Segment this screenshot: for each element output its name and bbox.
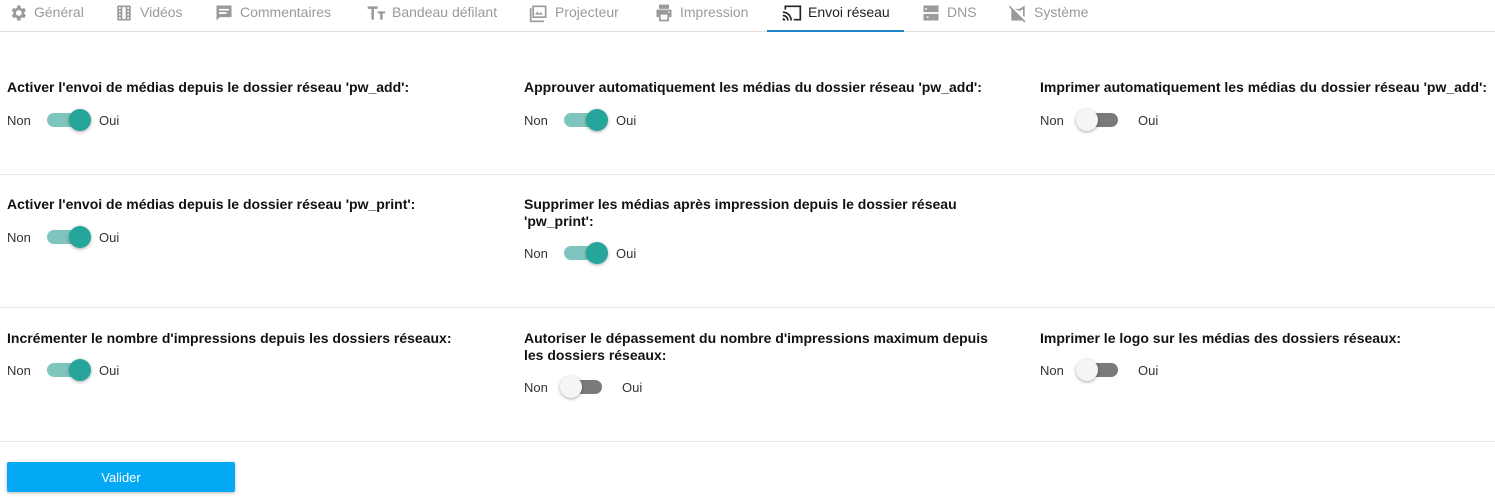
tab-impression[interactable]: Impression [654, 0, 748, 32]
switch-off-label: Non [1040, 362, 1064, 378]
setting-print-pw-add: Imprimer automatiquement les médias du d… [1040, 79, 1492, 131]
switch-on-label: Oui [1138, 112, 1159, 128]
setting-title: Incrémenter le nombre d'impressions depu… [7, 330, 452, 346]
tab-systeme[interactable]: Système [1008, 0, 1088, 32]
system-icon [1008, 3, 1028, 23]
switch-row: Non Oui [1040, 359, 1159, 381]
setting-enable-pw-print: Activer l'envoi de médias depuis le doss… [7, 196, 507, 248]
setting-increment-prints: Incrémenter le nombre d'impressions depu… [7, 330, 507, 381]
image-icon [529, 3, 549, 23]
printer-icon [654, 3, 674, 23]
setting-allow-exceed: Autoriser le dépassement du nombre d'imp… [524, 330, 1004, 398]
tab-videos[interactable]: Vidéos [114, 0, 183, 32]
tab-label: Projecteur [555, 4, 619, 20]
setting-title: Imprimer automatiquement les médias du d… [1040, 79, 1488, 95]
switch-off-label: Non [1040, 112, 1064, 128]
tab-label: Général [34, 4, 84, 20]
switch-row: Non Oui [7, 359, 120, 381]
divider [0, 307, 1495, 308]
switch-on-label: Oui [616, 245, 637, 261]
dns-icon [921, 3, 941, 23]
setting-print-logo: Imprimer le logo sur les médias des doss… [1040, 330, 1492, 381]
switch-row: Non Oui [524, 376, 643, 398]
toggle-approve-pw-add[interactable] [562, 109, 608, 131]
tab-dns[interactable]: DNS [921, 0, 977, 32]
tab-projecteur[interactable]: Projecteur [529, 0, 619, 32]
tab-label: Vidéos [140, 4, 183, 20]
toggle-print-pw-add[interactable] [1076, 109, 1124, 131]
toggle-enable-pw-print[interactable] [45, 226, 91, 248]
setting-title: Imprimer le logo sur les médias des doss… [1040, 330, 1402, 346]
switch-off-label: Non [524, 379, 548, 395]
toggle-enable-pw-add[interactable] [45, 109, 91, 131]
switch-on-label: Oui [1138, 362, 1159, 378]
setting-enable-pw-add: Activer l'envoi de médias depuis le doss… [7, 79, 507, 131]
switch-row: Non Oui [524, 242, 637, 264]
switch-off-label: Non [524, 245, 548, 261]
comment-icon [214, 3, 234, 23]
switch-on-label: Oui [99, 229, 120, 245]
divider [0, 441, 1495, 442]
text-size-icon [366, 3, 386, 23]
switch-off-label: Non [7, 112, 31, 128]
switch-on-label: Oui [99, 112, 120, 128]
switch-off-label: Non [7, 229, 31, 245]
active-tab-indicator [767, 30, 904, 32]
tab-label: Système [1034, 4, 1089, 20]
switch-row: Non Oui [7, 109, 120, 131]
setting-title: Activer l'envoi de médias depuis le doss… [7, 79, 410, 95]
switch-off-label: Non [524, 112, 548, 128]
gear-icon [8, 3, 28, 23]
switch-on-label: Oui [622, 379, 643, 395]
toggle-allow-exceed[interactable] [560, 376, 608, 398]
tab-label: DNS [947, 4, 977, 20]
switch-row: Non Oui [1040, 109, 1159, 131]
setting-title: Autoriser le dépassement du nombre d'imp… [524, 330, 988, 363]
film-icon [114, 3, 134, 23]
switch-row: Non Oui [7, 226, 120, 248]
tab-bar: Général Vidéos Commentaires Bandeau défi… [0, 0, 1495, 32]
setting-approve-pw-add: Approuver automatiquement les médias du … [524, 79, 1024, 131]
switch-off-label: Non [7, 362, 31, 378]
setting-title: Supprimer les médias après impression de… [524, 196, 957, 229]
tab-label: Impression [680, 4, 749, 20]
tab-envoi-reseau[interactable]: Envoi réseau [782, 0, 890, 32]
toggle-print-logo[interactable] [1076, 359, 1124, 381]
setting-title: Activer l'envoi de médias depuis le doss… [7, 196, 416, 212]
tab-label: Envoi réseau [808, 4, 890, 20]
divider [0, 174, 1495, 175]
tab-bandeau-defilant[interactable]: Bandeau défilant [366, 0, 497, 32]
switch-row: Non Oui [524, 109, 637, 131]
tab-label: Commentaires [240, 4, 332, 20]
switch-on-label: Oui [616, 112, 637, 128]
switch-on-label: Oui [99, 362, 120, 378]
tab-label: Bandeau défilant [392, 4, 498, 20]
submit-button[interactable]: Valider [7, 462, 235, 492]
setting-title: Approuver automatiquement les médias du … [524, 79, 982, 95]
tab-general[interactable]: Général [8, 0, 84, 32]
toggle-increment-prints[interactable] [45, 359, 91, 381]
setting-delete-after-print: Supprimer les médias après impression de… [524, 196, 994, 264]
cast-icon [782, 3, 802, 23]
toggle-delete-after-print[interactable] [562, 242, 608, 264]
tab-commentaires[interactable]: Commentaires [214, 0, 331, 32]
